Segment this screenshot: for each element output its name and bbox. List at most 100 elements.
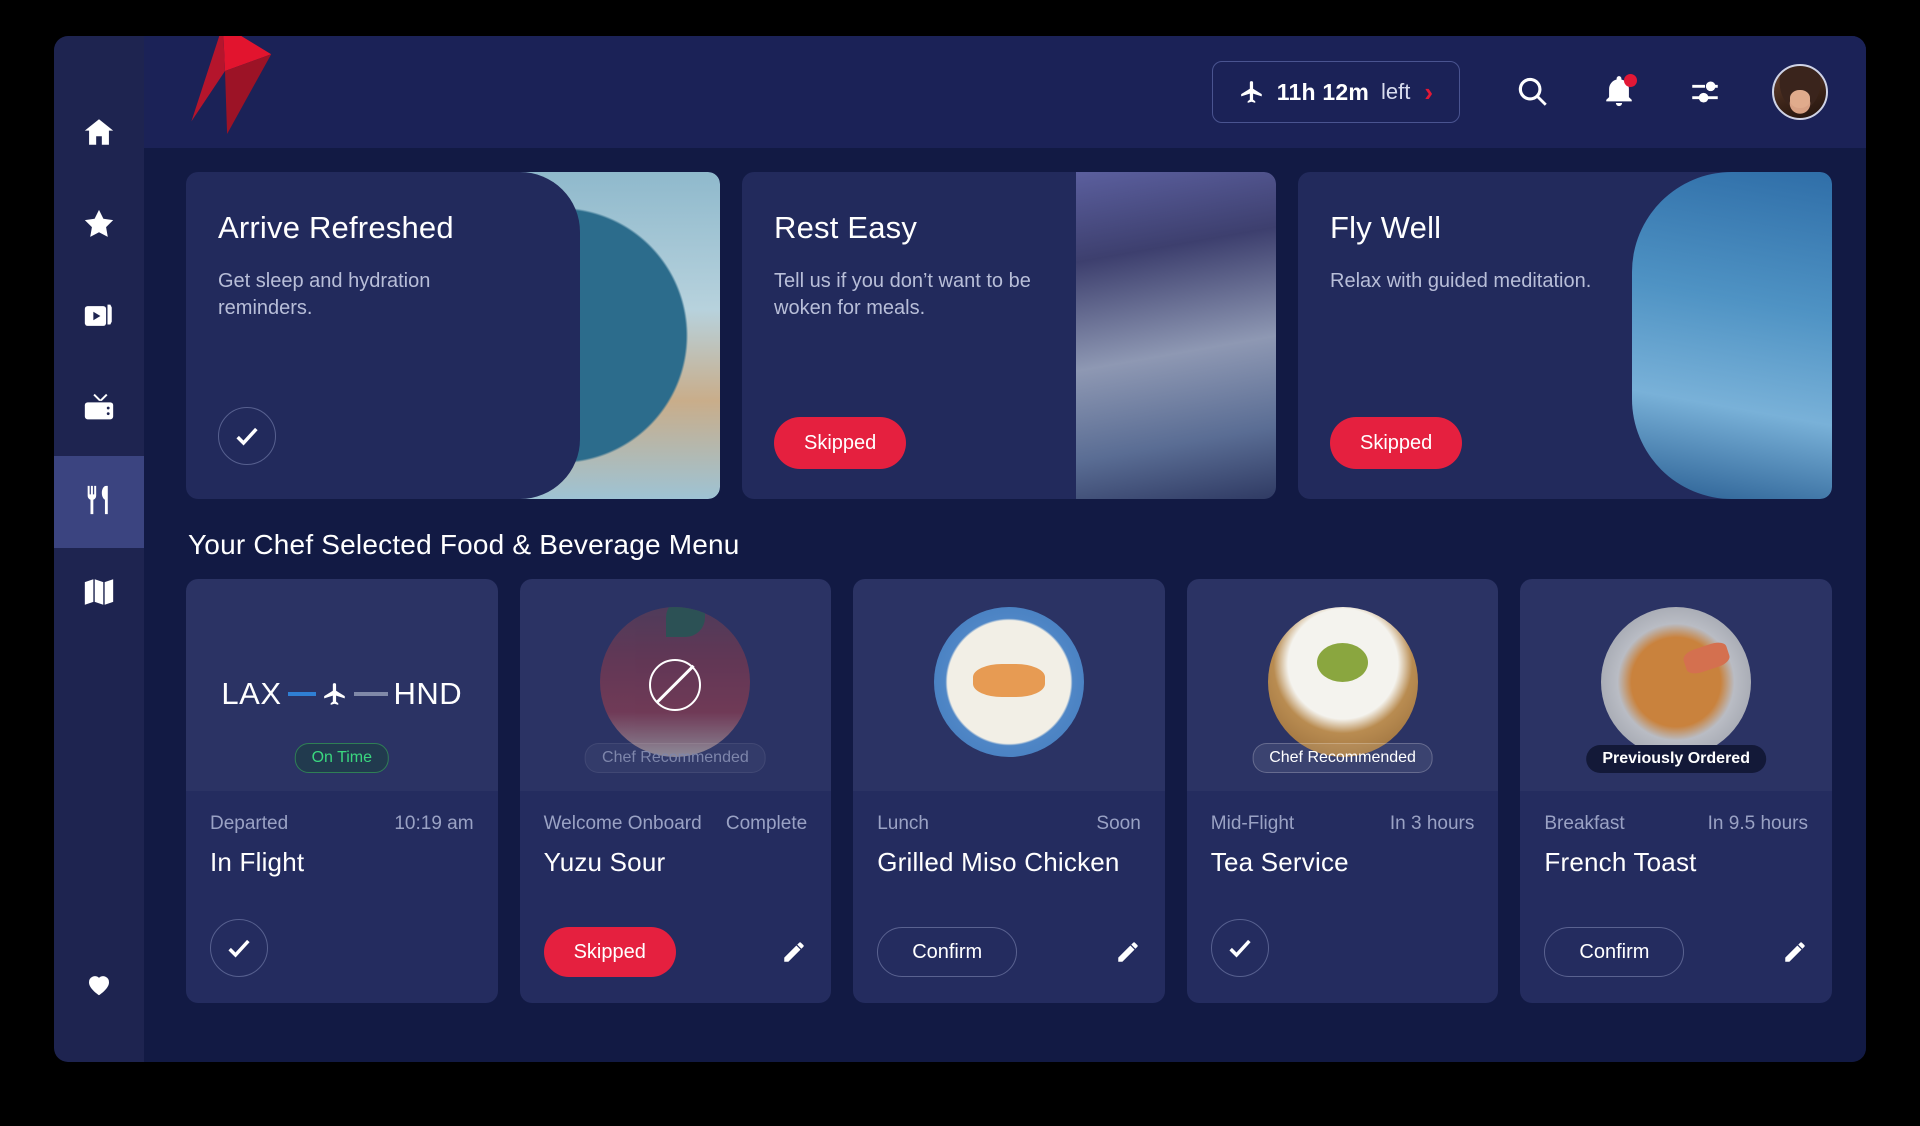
menu-card-grilled-miso-chicken[interactable]: Lunch Soon Grilled Miso Chicken Confirm — [853, 579, 1165, 1003]
meta-left: Departed — [210, 813, 289, 834]
meta-right: Soon — [1096, 813, 1141, 834]
meta-right: Complete — [725, 813, 808, 834]
confirmed-check-button[interactable] — [1210, 919, 1269, 977]
meta-left: Welcome Onboard — [543, 813, 702, 834]
edit-pencil-icon[interactable] — [1115, 939, 1141, 965]
bell-icon[interactable] — [1602, 74, 1637, 109]
airplane-icon — [1239, 79, 1265, 105]
hero-card-rest-easy[interactable]: Rest Easy Tell us if you don’t want to b… — [742, 172, 1276, 499]
user-avatar[interactable] — [1772, 64, 1828, 120]
map-icon — [82, 575, 116, 614]
menu-card-body: Breakfast In 9.5 hours French Toast Conf… — [1520, 791, 1832, 1003]
flight-left-label: left — [1380, 79, 1411, 104]
menu-card-body: Lunch Soon Grilled Miso Chicken Confirm — [853, 791, 1165, 1003]
edit-pencil-icon[interactable] — [1782, 939, 1808, 965]
menu-card-actions — [1210, 919, 1475, 977]
tv-icon — [82, 391, 116, 430]
check-icon — [1229, 939, 1251, 958]
delta-widget-logo — [166, 36, 286, 148]
sky-clouds-image — [1632, 172, 1832, 499]
menu-card-actions: Confirm — [1544, 927, 1808, 977]
menu-card-actions: Skipped — [543, 927, 808, 977]
menu-card-body: Welcome Onboard Complete Yuzu Sour Skipp… — [520, 791, 832, 1003]
chevron-right-icon: › — [1424, 77, 1433, 107]
sliders-icon[interactable] — [1688, 75, 1722, 109]
hero-skipped-button[interactable]: Skipped — [1330, 417, 1463, 469]
route-line-remaining — [353, 692, 388, 696]
menu-card-title: In Flight — [210, 847, 305, 877]
menu-card-actions — [210, 919, 474, 977]
sidebar-item-home[interactable] — [54, 88, 144, 180]
menu-card-body: Mid-Flight In 3 hours Tea Service — [1187, 791, 1499, 1003]
menu-card-meta: Welcome Onboard Complete — [544, 813, 808, 835]
menu-card-meta: Departed 10:19 am — [210, 813, 474, 835]
menu-card-meta: Mid-Flight In 3 hours — [1211, 813, 1475, 835]
hero-card-row: Arrive Refreshed Get sleep and hydration… — [186, 172, 1832, 499]
status-badge-chef-recommended: Chef Recommended — [585, 743, 766, 773]
edit-pencil-icon[interactable] — [781, 939, 807, 965]
menu-card-meta: Lunch Soon — [877, 813, 1141, 835]
meta-left: Lunch — [877, 813, 929, 834]
green-tea-cup-image — [1267, 607, 1418, 757]
menu-card-yuzu-sour[interactable]: Chef Recommended Welcome Onboard Complet… — [519, 579, 832, 1003]
flight-status-pill[interactable]: 11h 12m left › — [1211, 61, 1460, 123]
check-icon — [228, 939, 250, 958]
flight-time-remaining: 11h 12m — [1276, 78, 1369, 105]
route-origin: LAX — [221, 676, 282, 711]
menu-section-title: Your Chef Selected Food & Beverage Menu — [188, 529, 740, 560]
french-toast-image — [1601, 607, 1752, 757]
menu-card-title: Grilled Miso Chicken — [877, 847, 1120, 877]
status-badge-previously-ordered: Previously Ordered — [1586, 745, 1766, 773]
movie-ticket-icon — [82, 299, 116, 338]
menu-card-meta: Breakfast In 9.5 hours — [1544, 813, 1808, 835]
sidebar-item-saved[interactable] — [54, 940, 144, 1032]
search-icon[interactable] — [1516, 75, 1550, 109]
sidebar-item-map[interactable] — [54, 548, 144, 640]
menu-card-title: French Toast — [1544, 847, 1697, 877]
confirmed-check-button[interactable] — [210, 919, 268, 977]
menu-card-french-toast[interactable]: Previously Ordered Breakfast In 9.5 hour… — [1520, 579, 1832, 1003]
confirm-button[interactable]: Confirm — [877, 927, 1018, 977]
fork-knife-icon — [82, 483, 116, 522]
hero-check-button[interactable] — [218, 407, 276, 465]
meta-right: In 3 hours — [1389, 813, 1475, 834]
meta-right: In 9.5 hours — [1707, 813, 1808, 834]
hero-card-fly-well[interactable]: Fly Well Relax with guided meditation. S… — [1298, 172, 1832, 499]
meta-right: 10:19 am — [394, 813, 474, 834]
grilled-miso-chicken-image — [933, 607, 1084, 757]
menu-card-media: Chef Recommended — [520, 579, 832, 791]
airplane-icon — [322, 681, 348, 707]
hero-skipped-button[interactable]: Skipped — [774, 417, 907, 469]
menu-card-media — [853, 579, 1165, 791]
route-destination: HND — [393, 676, 463, 711]
sidebar-item-tv[interactable] — [54, 364, 144, 456]
menu-card-tea-service[interactable]: Chef Recommended Mid-Flight In 3 hours T… — [1186, 579, 1499, 1003]
hero-subtitle: Get sleep and hydration reminders. — [218, 270, 431, 319]
menu-card-media: LAX HND On Time — [186, 579, 498, 791]
sidebar-item-dining[interactable] — [54, 456, 144, 548]
sidebar-item-movies[interactable] — [54, 272, 144, 364]
home-icon — [82, 115, 116, 154]
top-header: 11h 12m left › — [144, 36, 1866, 148]
hero-card-arrive-refreshed[interactable]: Arrive Refreshed Get sleep and hydration… — [186, 172, 720, 499]
main-area: 11h 12m left › Arrive Refreshed Get slee… — [144, 36, 1866, 1062]
skipped-button[interactable]: Skipped — [543, 927, 676, 977]
status-badge-chef-recommended: Chef Recommended — [1252, 743, 1433, 773]
meta-left: Mid-Flight — [1210, 813, 1295, 834]
water-glass-image — [520, 172, 720, 499]
menu-card-in-flight[interactable]: LAX HND On Time Departed 10:19 am In Fli… — [186, 579, 498, 1003]
route-plane-icon: LAX HND — [221, 676, 462, 712]
heart-icon — [84, 969, 114, 1004]
sleeping-passenger-image — [1076, 172, 1276, 499]
sidebar-item-favorites[interactable] — [54, 180, 144, 272]
skipped-overlay-icon — [649, 659, 702, 711]
meta-left: Breakfast — [1544, 813, 1625, 834]
route-line-flown — [287, 692, 316, 696]
confirm-button[interactable]: Confirm — [1544, 927, 1685, 977]
content-area: Arrive Refreshed Get sleep and hydration… — [144, 148, 1866, 1062]
app-window: 11h 12m left › Arrive Refreshed Get slee… — [54, 36, 1866, 1062]
notification-badge-dot — [1624, 74, 1637, 87]
hero-subtitle: Tell us if you don’t want to be woken fo… — [774, 270, 1031, 319]
menu-card-title: Tea Service — [1210, 847, 1349, 877]
star-icon — [82, 207, 116, 246]
